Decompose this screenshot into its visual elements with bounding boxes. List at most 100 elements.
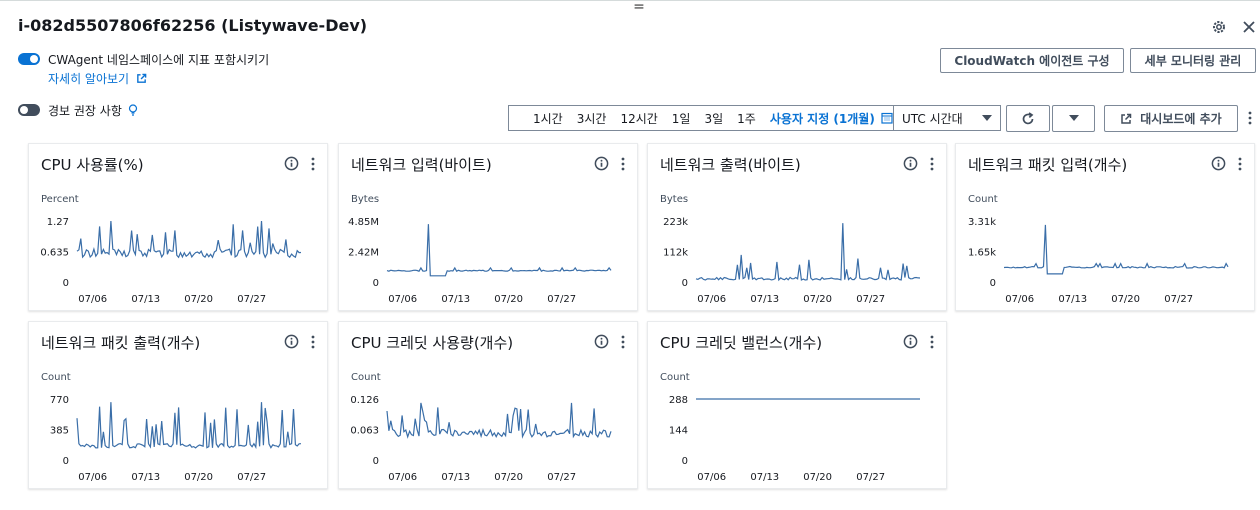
widget-title: 네트워크 입력(바이트) bbox=[351, 156, 492, 174]
toggle-knob bbox=[20, 106, 28, 114]
info-icon bbox=[284, 334, 299, 349]
more-vertical-icon bbox=[1248, 111, 1252, 125]
settings-button[interactable] bbox=[1208, 16, 1230, 38]
y-tick-label: 4.85M bbox=[348, 217, 379, 228]
x-tick-label: 07/27 bbox=[547, 472, 576, 483]
x-tick-label: 07/13 bbox=[750, 472, 779, 483]
more-vertical-icon bbox=[311, 335, 315, 349]
close-icon bbox=[1243, 21, 1255, 33]
metric-widget: CPU 사용률(%) Percent 0 0.635 1.27 07/06 07/13 07/… bbox=[28, 143, 328, 311]
y-tick-label: 144 bbox=[669, 426, 688, 437]
series-line bbox=[1003, 224, 1229, 275]
y-tick-label: 0.063 bbox=[350, 426, 379, 437]
y-tick-label: 0 bbox=[63, 456, 69, 467]
cloudwatch-agent-config-button[interactable]: CloudWatch 에이전트 구성 bbox=[940, 48, 1124, 73]
alarm-recommendations-text: 경보 권장 사항 bbox=[48, 104, 122, 118]
metric-chart: 0 0.635 1.27 07/06 07/13 07/20 07/27 bbox=[40, 217, 302, 305]
toggle-knob bbox=[30, 55, 38, 63]
range-3d[interactable]: 3일 bbox=[704, 110, 723, 127]
external-link-icon bbox=[1121, 113, 1132, 124]
widget-title: CPU 크레딧 밸런스(개수) bbox=[660, 334, 823, 352]
cwagent-toggle[interactable] bbox=[18, 53, 40, 65]
y-tick-label: 3.31k bbox=[968, 217, 996, 228]
info-icon bbox=[594, 334, 609, 349]
metric-widget: 네트워크 패킷 입력(개수) Count 0 1.65k 3.31k 07/06 07/13… bbox=[955, 143, 1255, 311]
widget-menu-button[interactable] bbox=[929, 333, 937, 351]
widget-menu-button[interactable] bbox=[620, 333, 628, 351]
widget-menu-button[interactable] bbox=[1237, 155, 1245, 173]
widget-menu-button[interactable] bbox=[929, 155, 937, 173]
info-button[interactable] bbox=[903, 334, 919, 350]
metric-chart: 0 1.65k 3.31k 07/06 07/13 07/20 07/27 bbox=[968, 217, 1229, 305]
metric-chart: 0 144 288 07/06 07/13 07/20 07/27 bbox=[669, 395, 920, 483]
drag-handle[interactable]: = bbox=[632, 0, 646, 14]
x-tick-label: 07/27 bbox=[856, 472, 885, 483]
y-tick-label: 0 bbox=[373, 278, 379, 289]
range-3h[interactable]: 3시간 bbox=[577, 110, 607, 127]
x-tick-label: 07/13 bbox=[131, 472, 160, 483]
widget-menu-button[interactable] bbox=[310, 155, 318, 173]
range-1h[interactable]: 1시간 bbox=[533, 110, 563, 127]
alarm-recommendations-toggle[interactable] bbox=[18, 104, 40, 116]
series-line bbox=[386, 402, 612, 439]
metric-chart: 0 112k 223k 07/06 07/13 07/20 07/27 bbox=[663, 217, 921, 305]
alarm-recommendations-label: 경보 권장 사항 bbox=[48, 102, 138, 119]
y-tick-label: 0 bbox=[990, 278, 996, 289]
x-tick-label: 07/06 bbox=[697, 472, 726, 483]
detailed-monitoring-button[interactable]: 세부 모니터링 관리 bbox=[1130, 48, 1256, 73]
widget-title: 네트워크 패킷 입력(개수) bbox=[968, 156, 1128, 174]
range-1w[interactable]: 1주 bbox=[737, 110, 756, 127]
widget-menu-button[interactable] bbox=[310, 333, 318, 351]
info-button[interactable] bbox=[903, 156, 919, 172]
more-vertical-icon bbox=[930, 335, 934, 349]
add-to-dashboard-button[interactable]: 대시보드에 추가 bbox=[1104, 105, 1238, 132]
x-tick-label: 07/20 bbox=[494, 472, 523, 483]
calendar-icon[interactable] bbox=[881, 112, 893, 124]
metric-widget: 네트워크 패킷 출력(개수) Count 0 385 770 07/06 07/13 07/2… bbox=[28, 321, 328, 489]
info-button[interactable] bbox=[594, 334, 610, 350]
caret-down-icon bbox=[982, 115, 992, 121]
x-tick-label: 07/20 bbox=[494, 294, 523, 305]
metric-widget: 네트워크 출력(바이트) Bytes 0 112k 223k 07/06 07/13 07/2… bbox=[647, 143, 947, 311]
series-line bbox=[386, 224, 612, 277]
y-tick-label: 0 bbox=[682, 456, 688, 467]
gear-icon bbox=[1213, 21, 1225, 33]
info-button[interactable] bbox=[1211, 156, 1227, 172]
y-tick-label: 223k bbox=[663, 217, 688, 228]
info-icon bbox=[903, 334, 918, 349]
refresh-options-dropdown[interactable] bbox=[1052, 105, 1095, 132]
learn-more-link[interactable]: 자세히 알아보기 bbox=[48, 70, 147, 87]
y-tick-label: 0.635 bbox=[40, 248, 69, 259]
close-button[interactable] bbox=[1238, 16, 1260, 38]
range-1d[interactable]: 1일 bbox=[672, 110, 691, 127]
metric-widget: CPU 크레딧 사용량(개수) Count 0 0.063 0.126 07/06 07/1… bbox=[338, 321, 638, 489]
more-actions-button[interactable] bbox=[1247, 109, 1255, 129]
metric-widget: CPU 크레딧 밸런스(개수) Count 0 144 288 07/06 07/13 07/… bbox=[647, 321, 947, 489]
lightbulb-icon bbox=[128, 104, 137, 116]
x-tick-label: 07/20 bbox=[184, 294, 213, 305]
x-tick-label: 07/20 bbox=[803, 294, 832, 305]
range-custom[interactable]: 사용자 지정 (1개월) bbox=[770, 110, 875, 127]
x-tick-label: 07/13 bbox=[131, 294, 160, 305]
y-tick-label: 1.27 bbox=[47, 217, 69, 228]
metric-widget: 네트워크 입력(바이트) Bytes 0 2.42M 4.85M 07/06 07/13 07… bbox=[338, 143, 638, 311]
info-icon bbox=[903, 156, 918, 171]
range-12h[interactable]: 12시간 bbox=[620, 110, 657, 127]
series-line bbox=[695, 223, 921, 282]
cwagent-label: CWAgent 네임스페이스에 지표 포함시키기 bbox=[48, 53, 270, 67]
y-tick-label: 0 bbox=[373, 456, 379, 467]
info-button[interactable] bbox=[284, 334, 300, 350]
info-button[interactable] bbox=[594, 156, 610, 172]
refresh-button[interactable] bbox=[1006, 105, 1050, 132]
metric-chart: 0 0.063 0.126 07/06 07/13 07/20 07/27 bbox=[350, 395, 612, 483]
info-icon bbox=[284, 156, 299, 171]
caret-down-icon bbox=[1068, 115, 1079, 121]
x-tick-label: 07/06 bbox=[78, 472, 107, 483]
metric-chart: 0 2.42M 4.85M 07/06 07/13 07/20 07/27 bbox=[348, 217, 612, 305]
timezone-select[interactable]: UTC 시간대 bbox=[893, 105, 1001, 131]
widget-menu-button[interactable] bbox=[620, 155, 628, 173]
x-tick-label: 07/27 bbox=[237, 294, 266, 305]
info-button[interactable] bbox=[284, 156, 300, 172]
series-line bbox=[76, 220, 302, 259]
x-tick-label: 07/13 bbox=[750, 294, 779, 305]
